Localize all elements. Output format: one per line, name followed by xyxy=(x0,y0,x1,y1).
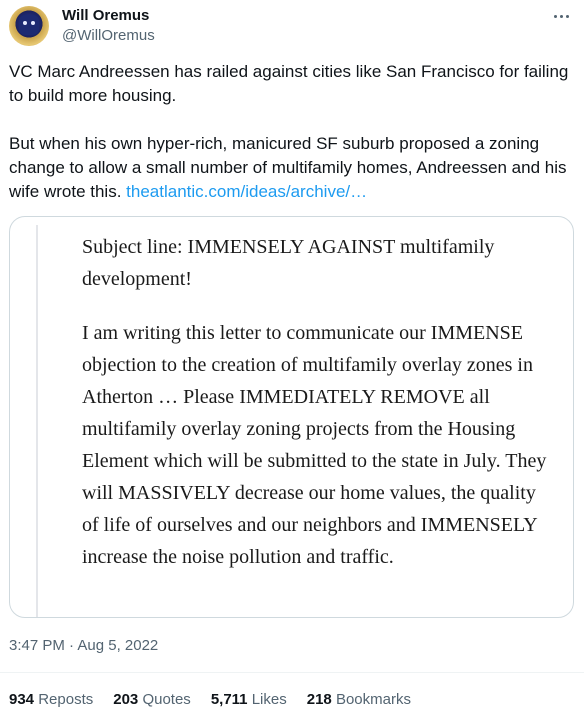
likes-count: 5,711 xyxy=(210,691,248,708)
reposts-stat[interactable]: 934 Reposts xyxy=(9,691,93,709)
tweet-text: VC Marc Andreessen has railed against ci… xyxy=(9,60,575,204)
quotes-stat[interactable]: 203 Quotes xyxy=(113,691,191,709)
letter-body: I am writing this letter to communicate … xyxy=(82,322,547,568)
likes-stat[interactable]: 5,711 Likes xyxy=(211,691,287,709)
more-options-icon[interactable] xyxy=(548,6,574,26)
tweet-paragraph-2: But when his own hyper-rich, manicured S… xyxy=(9,132,575,204)
quoted-letter-image[interactable]: Subject line: IMMENSELY AGAINST multifam… xyxy=(9,216,574,618)
reposts-count: 934 xyxy=(9,691,35,708)
author-handle[interactable]: @WillOremus xyxy=(62,27,155,45)
author-display-name[interactable]: Will Oremus xyxy=(62,7,149,25)
quotes-label: Quotes xyxy=(142,691,191,708)
tweet-timestamp[interactable]: 3:47 PM · Aug 5, 2022 xyxy=(9,637,158,655)
engagement-stats: 934 Reposts 203 Quotes 5,711 Likes 218 B… xyxy=(9,691,411,709)
tweet: Will Oremus @WillOremus VC Marc Andreess… xyxy=(0,0,584,720)
divider xyxy=(0,672,584,673)
reposts-label: Reposts xyxy=(38,691,94,708)
bookmarks-count: 218 xyxy=(306,691,332,708)
letter-text: Subject line: IMMENSELY AGAINST multifam… xyxy=(82,231,552,573)
bookmarks-label: Bookmarks xyxy=(335,691,411,708)
likes-label: Likes xyxy=(251,691,287,708)
quotes-count: 203 xyxy=(113,691,139,708)
tweet-paragraph-1: VC Marc Andreessen has railed against ci… xyxy=(9,62,569,105)
bookmarks-stat[interactable]: 218 Bookmarks xyxy=(307,691,411,709)
letter-subject: Subject line: IMMENSELY AGAINST multifam… xyxy=(82,236,495,290)
avatar-face-icon xyxy=(19,15,39,35)
article-link[interactable]: theatlantic.com/ideas/archive/… xyxy=(126,182,367,201)
blockquote-rule xyxy=(36,225,38,617)
avatar[interactable] xyxy=(9,6,49,46)
